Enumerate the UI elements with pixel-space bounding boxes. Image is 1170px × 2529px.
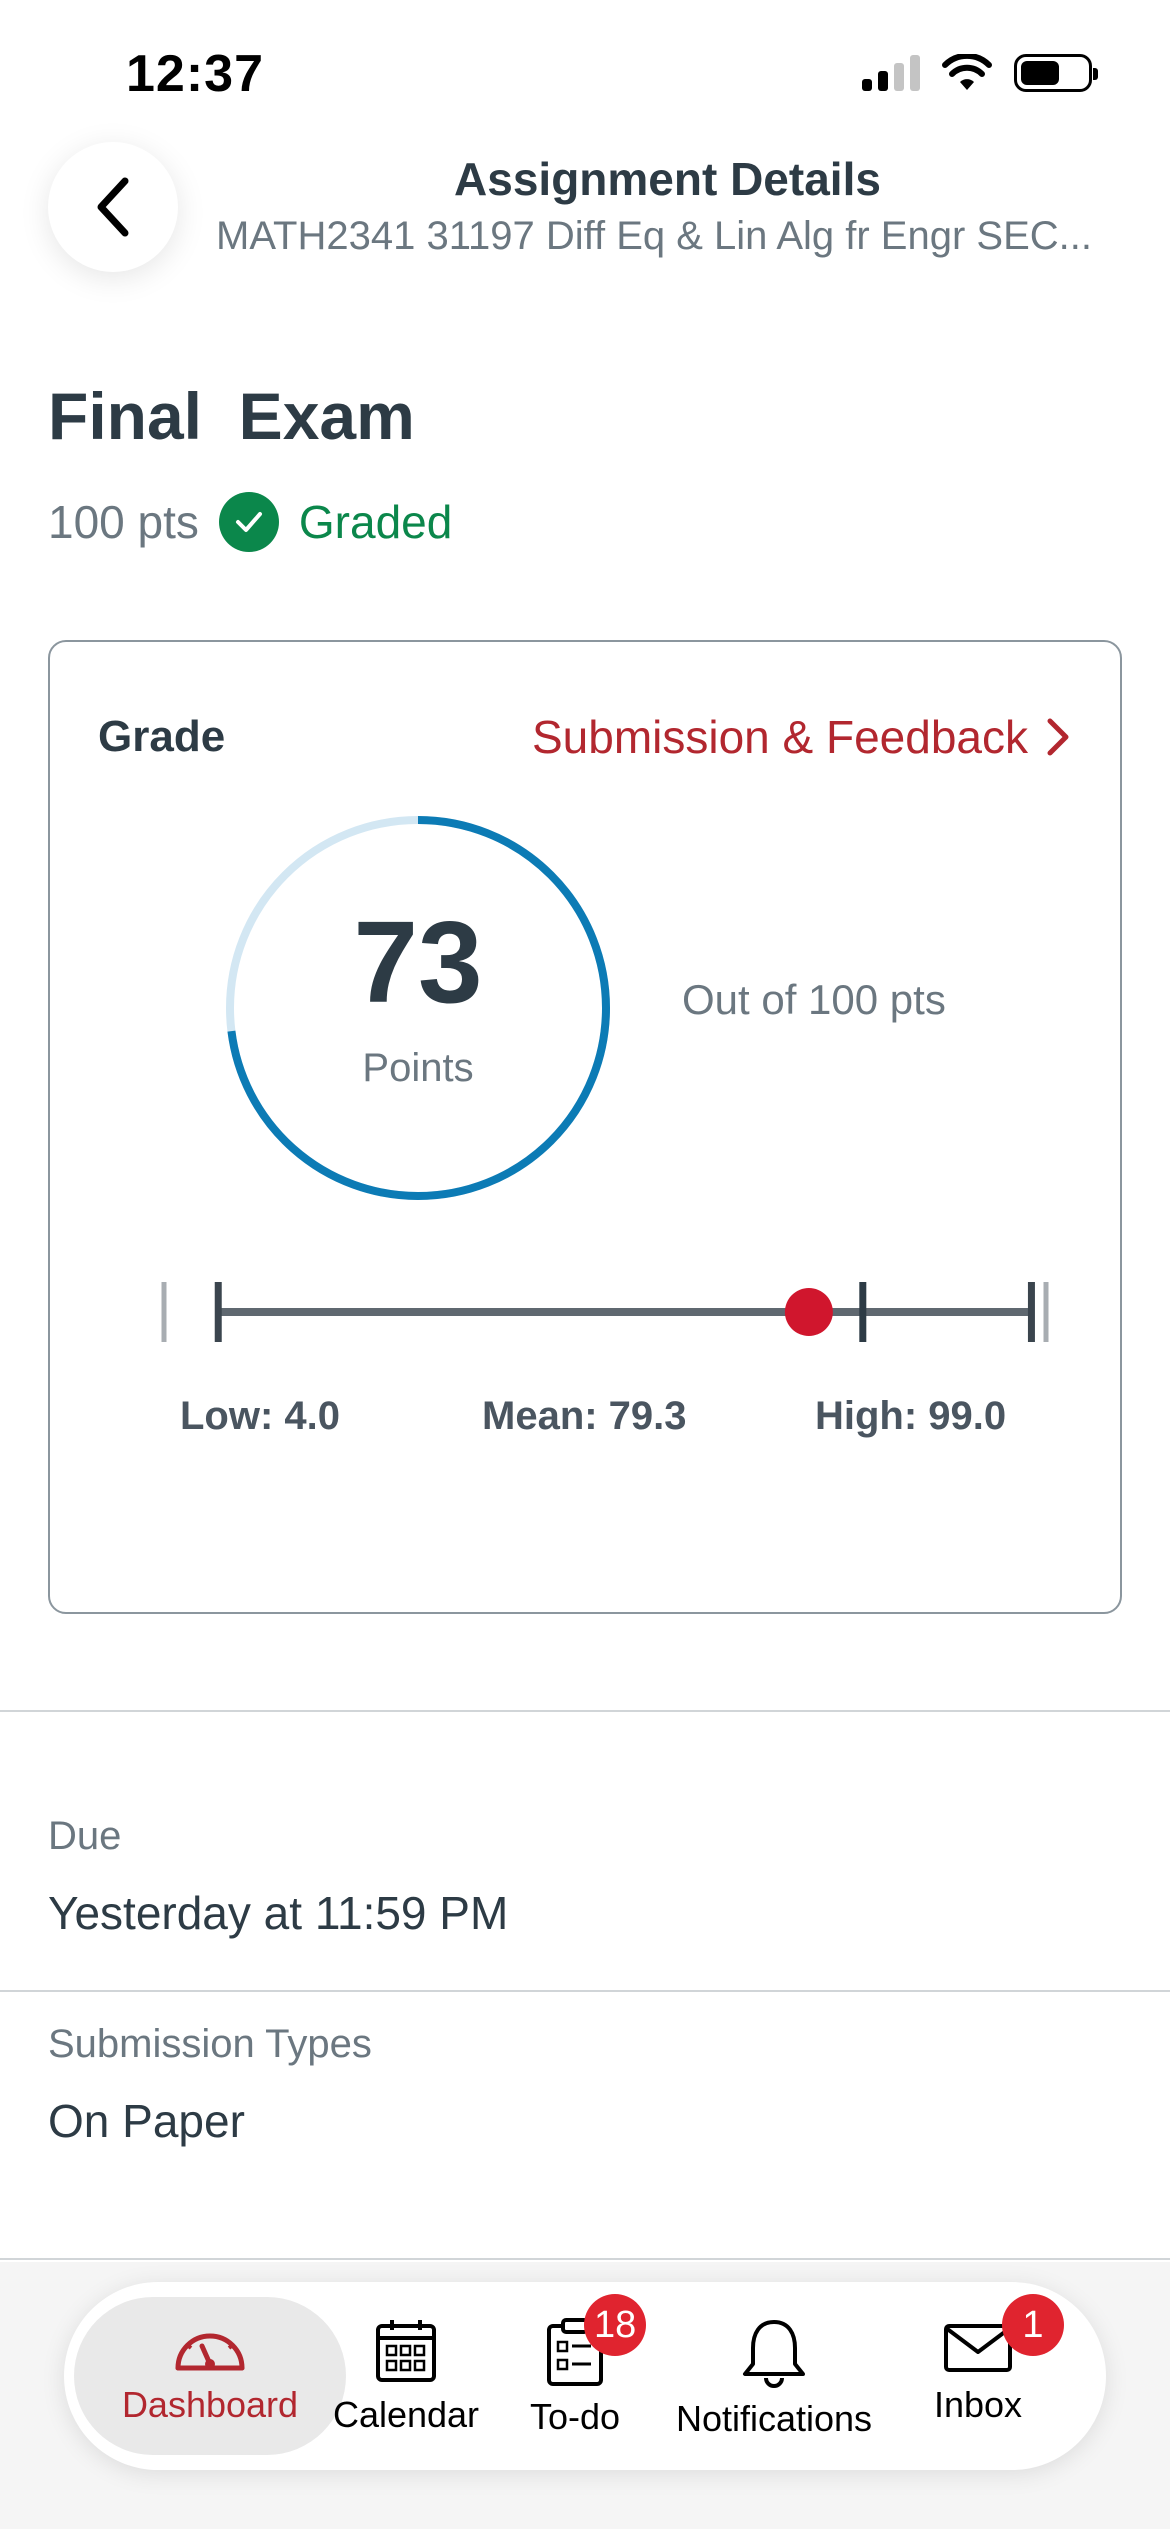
- chevron-right-icon: [1047, 718, 1069, 756]
- graded-status-badge: Graded: [218, 492, 453, 552]
- score-marker: [784, 1288, 833, 1336]
- score-value: 73: [353, 897, 483, 1027]
- graded-status-text: Graded: [298, 496, 453, 548]
- wifi-icon: [942, 54, 992, 90]
- tab-label: Notifications: [675, 2398, 873, 2439]
- tab-todo[interactable]: To-do 18: [510, 2282, 647, 2470]
- todo-count-badge: 18: [584, 2294, 647, 2356]
- grade-distribution-bar: [161, 1282, 1049, 1342]
- tab-bar: Dashboard Calendar To-do 18 Notification…: [64, 2282, 1106, 2470]
- cellular-signal-icon: [862, 55, 920, 91]
- assignment-title: Final Exam: [48, 379, 415, 453]
- tab-label: Inbox: [933, 2384, 1023, 2425]
- submission-types-value: On Paper: [48, 2095, 245, 2147]
- tab-label: To-do: [529, 2396, 621, 2437]
- section-divider: [0, 1990, 1170, 1992]
- dashboard-icon: [175, 2333, 245, 2371]
- course-subtitle: MATH2341 31197 Diff Eq & Lin Alg fr Engr…: [216, 214, 1092, 258]
- mean-score-label: Mean: 79.3: [482, 1394, 687, 1438]
- due-label: Due: [48, 1814, 122, 1858]
- submission-feedback-link[interactable]: Submission & Feedback: [532, 710, 1070, 764]
- score-unit: Points: [362, 1046, 474, 1090]
- assignment-meta: 100 pts Graded: [48, 490, 452, 554]
- section-divider: [0, 1710, 1170, 1712]
- tab-calendar[interactable]: Calendar: [326, 2282, 486, 2470]
- grade-card: Grade Submission & Feedback 73 Points Ou…: [48, 640, 1122, 1614]
- status-bar: 12:37: [0, 0, 1170, 140]
- section-divider: [0, 2258, 1170, 2260]
- due-value: Yesterday at 11:59 PM: [48, 1887, 509, 1939]
- grade-label: Grade: [98, 712, 226, 761]
- status-time: 12:37: [126, 45, 264, 103]
- points-possible: 100 pts: [48, 496, 199, 548]
- submission-types-label: Submission Types: [48, 2022, 372, 2066]
- tab-inbox[interactable]: Inbox 1: [910, 2282, 1064, 2470]
- tab-label: Dashboard: [121, 2384, 299, 2425]
- tab-dashboard[interactable]: Dashboard: [104, 2282, 316, 2470]
- back-button[interactable]: [48, 142, 178, 272]
- bell-icon: [743, 2320, 805, 2388]
- tab-notifications[interactable]: Notifications: [662, 2282, 886, 2470]
- header-title: Assignment Details: [454, 153, 881, 205]
- low-score-label: Low: 4.0: [180, 1394, 341, 1438]
- submission-feedback-label: Submission & Feedback: [531, 711, 1028, 763]
- checkmark-icon: [218, 492, 279, 552]
- inbox-count-badge: 1: [1002, 2294, 1064, 2356]
- tab-label: Calendar: [332, 2394, 480, 2435]
- calendar-icon: [376, 2320, 436, 2382]
- chevron-left-icon: [97, 177, 129, 237]
- battery-icon: [1014, 54, 1098, 92]
- high-score-label: High: 99.0: [815, 1394, 1007, 1438]
- points-out-of: Out of 100 pts: [682, 976, 946, 1023]
- status-icons: [862, 54, 1098, 92]
